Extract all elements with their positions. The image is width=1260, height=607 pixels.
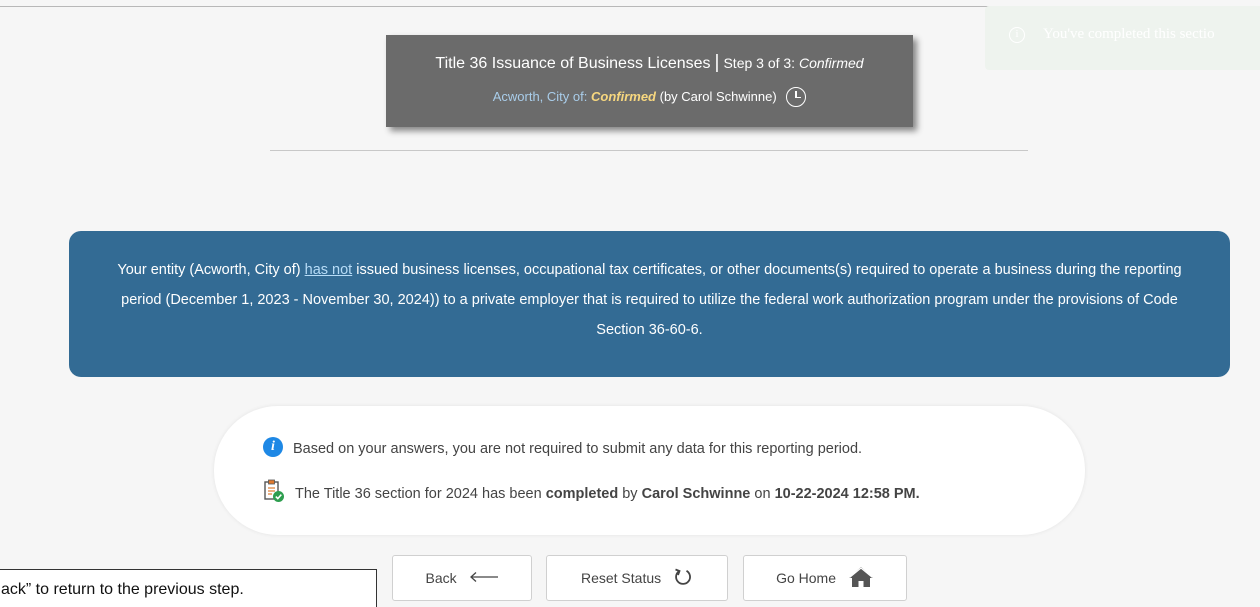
header-status-row: Acworth, City of: Confirmed (by Carol Sc…: [386, 86, 913, 108]
go-home-button[interactable]: Go Home: [743, 555, 907, 601]
back-button[interactable]: Back: [392, 555, 532, 601]
home-icon: [848, 567, 873, 588]
completed-text-a: The Title 36 section for 2024 has been: [295, 485, 546, 502]
back-label: Back: [425, 570, 457, 586]
completed-text-c: on: [750, 485, 775, 502]
has-not-link[interactable]: has not: [305, 262, 353, 278]
step-prefix: Step 3 of 3:: [723, 55, 796, 71]
completed-user: Carol Schwinne: [641, 485, 751, 502]
step-indicator: Step 3 of 3: Confirmed: [723, 55, 863, 71]
arrow-left-icon: [469, 572, 498, 583]
history-clock-icon[interactable]: [786, 86, 807, 107]
info-outline-icon: i: [1009, 27, 1025, 43]
entity-statement-panel: Your entity (Acworth, City of) has not i…: [69, 231, 1230, 377]
completion-info-card: i Based on your answers, you are not requ…: [214, 406, 1085, 535]
statement-text-start: Your entity (Acworth, City of): [117, 262, 305, 278]
completion-toast: i You've completed this sectio: [985, 6, 1260, 70]
step-status: Confirmed: [798, 55, 864, 71]
entity-name: Acworth, City of:: [492, 89, 588, 104]
title-separator: |: [714, 52, 720, 73]
not-required-text: Based on your answers, you are not requi…: [293, 440, 863, 457]
home-label: Go Home: [776, 570, 837, 586]
toast-text: You've completed this sectio: [1043, 26, 1215, 42]
completed-datetime: 10-22-2024 12:58 PM.: [774, 485, 920, 502]
confirmation-status: Confirmed: [590, 89, 656, 104]
section-divider: [270, 150, 1028, 151]
header-title-row: Title 36 Issuance of Business Licenses | S…: [386, 53, 913, 74]
reset-status-button[interactable]: Reset Status: [546, 555, 728, 601]
completed-word: completed: [545, 485, 619, 502]
section-header: Title 36 Issuance of Business Licenses | S…: [386, 35, 913, 127]
guide-tooltip: ack” to return to the previous step.: [0, 569, 377, 607]
reset-label: Reset Status: [580, 570, 662, 586]
clipboard-check-icon: [264, 479, 284, 502]
rotate-icon: [675, 568, 691, 586]
confirmed-by: (by Carol Schwinne): [659, 89, 777, 104]
not-required-row: i Based on your answers, you are not requ…: [263, 437, 863, 459]
completed-row: The Title 36 section for 2024 has been c…: [263, 479, 920, 506]
section-title: Title 36 Issuance of Business Licenses: [435, 55, 711, 72]
info-icon: i: [263, 437, 283, 457]
completed-text-b: by: [618, 485, 642, 502]
